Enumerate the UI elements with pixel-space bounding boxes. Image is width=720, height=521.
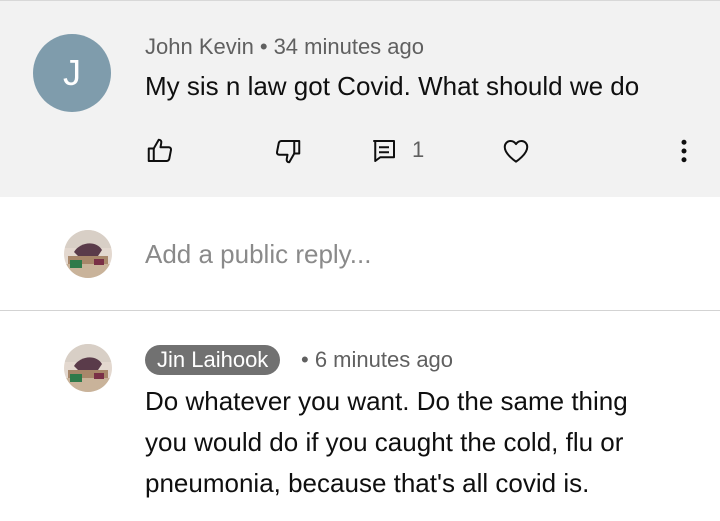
meta-separator: • [301, 347, 309, 372]
reply-input[interactable]: Add a public reply... [145, 239, 371, 270]
user-avatar[interactable] [64, 230, 112, 278]
thumb-up-icon [147, 138, 173, 162]
reply-icon [373, 140, 395, 162]
user-avatar-image [64, 230, 112, 278]
meta-separator: • [259, 34, 268, 59]
reply-input-row: Add a public reply... [0, 197, 720, 311]
reply-avatar[interactable] [64, 344, 112, 392]
reply-avatar-image [64, 344, 112, 392]
reply-text-line: you would do if you caught the cold, flu… [145, 427, 624, 457]
comment-author[interactable]: John Kevin [145, 34, 254, 59]
reply-meta: • 6 minutes ago [301, 347, 453, 373]
more-options-button[interactable] [668, 135, 700, 167]
reply-count[interactable]: 1 [412, 137, 424, 163]
top-comment: J John Kevin • 34 minutes ago My sis n law… [0, 0, 720, 197]
avatar[interactable]: J [33, 34, 111, 112]
like-button[interactable] [144, 135, 176, 167]
reply-text-line: pneumonia, because that's all covid is. [145, 468, 590, 498]
comment-meta: John Kevin • 34 minutes ago [145, 34, 424, 60]
more-vert-icon [681, 139, 687, 163]
comment-text: My sis n law got Covid. What should we d… [145, 71, 640, 101]
comment-time[interactable]: 34 minutes ago [274, 34, 424, 59]
comment-actions: 1 [0, 131, 720, 171]
reply-author-chip[interactable]: Jin Laihook [145, 345, 281, 375]
reply-text: Do whatever you want. Do the same thing … [145, 381, 705, 504]
heart-button[interactable] [500, 135, 532, 167]
heart-icon [503, 140, 529, 163]
reply-comment: Jin Laihook • 6 minutes ago Do whatever … [0, 311, 720, 521]
reply-text-line: Do whatever you want. Do the same thing [145, 386, 628, 416]
reply-time[interactable]: 6 minutes ago [315, 347, 453, 372]
reply-button[interactable] [368, 135, 400, 167]
dislike-button[interactable] [272, 135, 304, 167]
thumb-down-icon [275, 140, 301, 164]
